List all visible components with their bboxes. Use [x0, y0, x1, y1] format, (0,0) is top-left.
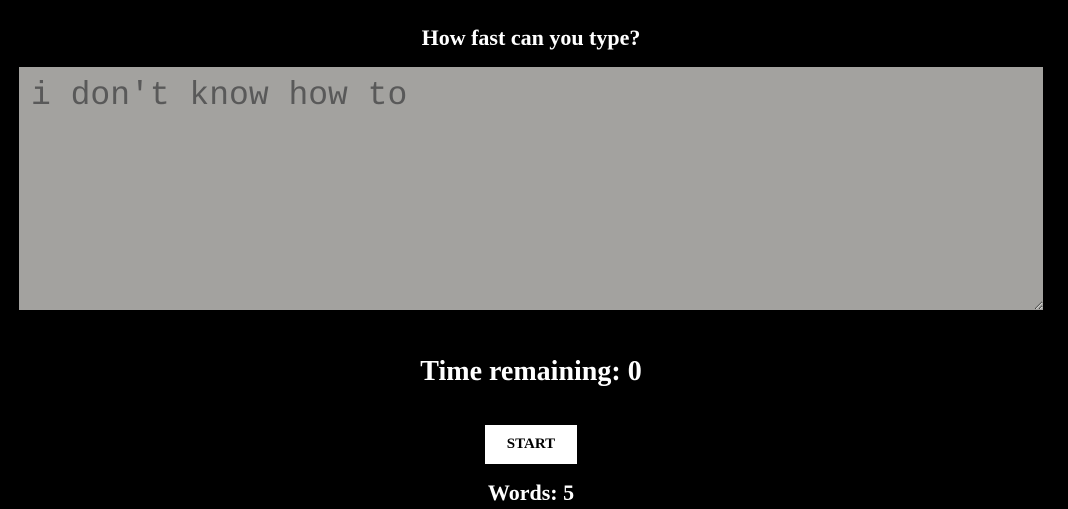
- typing-textarea[interactable]: i don't know how to: [19, 67, 1043, 310]
- time-remaining-label: Time remaining: 0: [420, 356, 642, 387]
- start-button[interactable]: START: [485, 425, 577, 464]
- word-count-label: Words: 5: [487, 480, 575, 505]
- typing-test-app: How fast can you type? i don't know how …: [0, 0, 1068, 509]
- page-title: How fast can you type?: [421, 25, 641, 50]
